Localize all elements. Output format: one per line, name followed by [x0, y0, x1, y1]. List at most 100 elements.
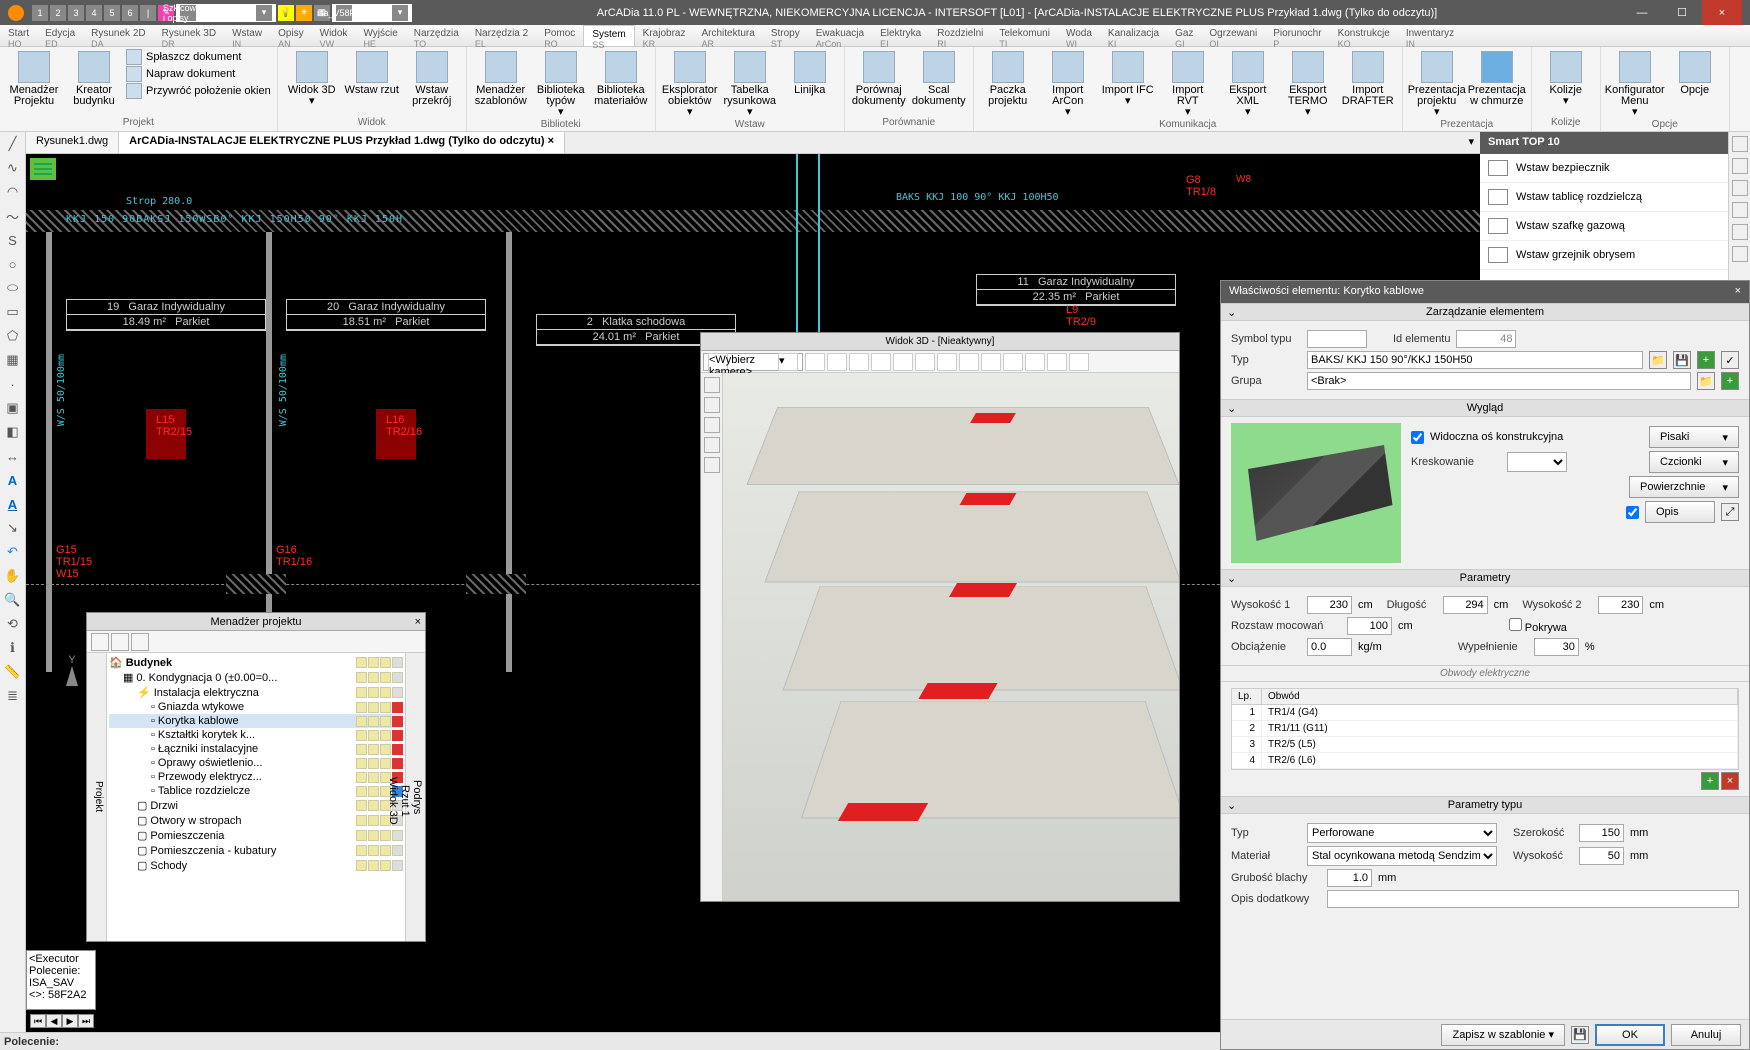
import-drafter-button[interactable]: Import DRAFTER	[1340, 49, 1396, 107]
pd-sec-params[interactable]: ⌄Parametry	[1221, 569, 1749, 587]
prez-cloud-button[interactable]: Prezentacja w chmurze	[1469, 49, 1525, 107]
tree-node[interactable]: ▢Otwory w stropach	[109, 813, 403, 828]
tree-node[interactable]: ▫Kształtki korytek k...	[109, 728, 403, 742]
rt-icon-1[interactable]	[1732, 136, 1748, 152]
qat-open-icon[interactable]: 2	[50, 5, 66, 21]
tree-node[interactable]: ▢Pomieszczenia	[109, 828, 403, 843]
tree-node[interactable]: ▫Łączniki instalacyjne	[109, 742, 403, 756]
ribbon-tab-in[interactable]: InwentaryzIN	[1398, 25, 1462, 46]
type-lib-button[interactable]: Biblioteka typów▾	[533, 49, 589, 118]
v3d-side4-icon[interactable]	[704, 437, 720, 453]
tree-node[interactable]: ▦0. Kondygnacja 0 (±0.00=0...	[109, 670, 403, 685]
qat-workspace-combo[interactable]: Szkicowanie i opisy▾	[176, 4, 276, 22]
tool-poly-icon[interactable]: ⬠	[3, 326, 23, 346]
rt-icon-5[interactable]	[1732, 224, 1748, 240]
opcje-button[interactable]: Opcje	[1667, 49, 1723, 96]
typ-input[interactable]	[1307, 351, 1643, 369]
nav-next-icon[interactable]: ▶	[62, 1014, 78, 1028]
save-template-button[interactable]: Zapisz w szablonie ▾	[1441, 1024, 1565, 1046]
view3d-title[interactable]: Widok 3D - [Nieaktywny]	[701, 333, 1179, 351]
pm-tb2-icon[interactable]	[111, 633, 129, 651]
pm-close-icon[interactable]: ×	[415, 613, 421, 631]
tool-info-icon[interactable]: ℹ	[3, 638, 23, 658]
opis-button[interactable]: Opis	[1645, 501, 1715, 523]
grub-input[interactable]	[1327, 869, 1372, 887]
smart-item-radiator[interactable]: Wstaw grzejnik obrysem	[1480, 241, 1728, 270]
ribbon-tab-ko[interactable]: KonstrukcjeKO	[1330, 25, 1398, 46]
ribbon-tab-wi[interactable]: WodaWI	[1058, 25, 1100, 46]
ribbon-tab-ho[interactable]: StartHO	[0, 25, 37, 46]
tool-spline-icon[interactable]: S	[3, 230, 23, 250]
ribbon-tab-ed[interactable]: EdycjaED	[37, 25, 83, 46]
maximize-button[interactable]: ☐	[1662, 0, 1702, 25]
compare-button[interactable]: Porównaj dokumenty	[851, 49, 907, 107]
tool-circle-icon[interactable]: ○	[3, 254, 23, 274]
tree-node[interactable]: 🏠Budynek	[109, 655, 403, 670]
paczka-button[interactable]: Paczka projektu	[980, 49, 1036, 107]
tree-node[interactable]: ▫Przewody elektrycz...	[109, 770, 403, 784]
ribbon-tab-ri[interactable]: RozdzielniRI	[929, 25, 991, 46]
ribbon-tab-ss[interactable]: SystemSS	[583, 25, 634, 46]
rozstaw-input[interactable]	[1347, 617, 1392, 635]
opis-checkbox[interactable]	[1626, 506, 1639, 519]
ribbon-tab-gi[interactable]: GazGI	[1167, 25, 1201, 46]
pm-tree[interactable]: 🏠Budynek▦0. Kondygnacja 0 (±0.00=0...⚡In…	[107, 653, 405, 941]
pm-tb3-icon[interactable]	[131, 633, 149, 651]
prez-projektu-button[interactable]: Prezentacja projektu▾	[1409, 49, 1465, 118]
v3d-tool12-icon[interactable]	[1047, 353, 1067, 371]
v3d-tool7-icon[interactable]	[937, 353, 957, 371]
ribbon-tab-vw[interactable]: WidokVW	[312, 25, 356, 46]
pd-titlebar[interactable]: Właściwości elementu: Korytko kablowe ×	[1221, 281, 1749, 303]
doc-tab-1[interactable]: Rysunek1.dwg	[26, 132, 119, 153]
h2-input[interactable]	[1598, 596, 1643, 614]
v3d-side3-icon[interactable]	[704, 417, 720, 433]
ribbon-tab-oi[interactable]: OgrzewaniOI	[1201, 25, 1265, 46]
circuit-row[interactable]: 1TR1/4 (G4)	[1232, 705, 1738, 721]
import-arcon-button[interactable]: Import ArCon▾	[1040, 49, 1096, 118]
hatch-combo[interactable]	[1507, 452, 1567, 472]
tool-block-icon[interactable]: ▣	[3, 398, 23, 418]
qat-layer-combo[interactable]: isa_V58F2A2▾	[332, 4, 412, 22]
tab-close-icon[interactable]: ×	[548, 135, 554, 147]
qat-undo-icon[interactable]: 4	[86, 5, 102, 21]
symbol-input[interactable]	[1307, 330, 1367, 348]
tool-ellipse-icon[interactable]: ⬭	[3, 278, 23, 298]
tool-arc-icon[interactable]: ◠	[3, 182, 23, 202]
v3d-tool1-icon[interactable]	[805, 353, 825, 371]
v3d-tool10-icon[interactable]	[1003, 353, 1023, 371]
tool-zoom-icon[interactable]: 🔍	[3, 590, 23, 610]
ribbon-tab-ei[interactable]: ElektrykaEI	[872, 25, 929, 46]
tool-text-icon[interactable]: A	[3, 470, 23, 490]
tool-line-icon[interactable]: ╱	[3, 134, 23, 154]
wstaw-przekroj-button[interactable]: Wstaw przekrój	[404, 49, 460, 107]
konfigurator-button[interactable]: Konfigurator Menu▾	[1607, 49, 1663, 118]
h1-input[interactable]	[1307, 596, 1352, 614]
tool-measure-icon[interactable]: 📏	[3, 662, 23, 682]
rt-icon-4[interactable]	[1732, 202, 1748, 218]
qat-sun-icon[interactable]: ☀	[296, 5, 312, 21]
tool-dim-icon[interactable]: ↔	[3, 446, 23, 466]
pd-close-icon[interactable]: ×	[1735, 285, 1741, 299]
minimize-button[interactable]: —	[1622, 0, 1662, 25]
pokrywa-checkbox[interactable]	[1509, 618, 1522, 631]
wyp-input[interactable]	[1534, 638, 1579, 656]
obc-input[interactable]	[1307, 638, 1352, 656]
circuit-row[interactable]: 2TR1/11 (G11)	[1232, 721, 1738, 737]
ribbon-tab-he[interactable]: WyjścieHE	[355, 25, 405, 46]
tool-pan-icon[interactable]: ✋	[3, 566, 23, 586]
tool-curve-icon[interactable]: ～	[3, 206, 23, 226]
v3d-tool9-icon[interactable]	[981, 353, 1001, 371]
ribbon-tab-da[interactable]: Rysunek 2DDA	[83, 25, 153, 46]
typ-lib-icon[interactable]: 💾	[1673, 351, 1691, 369]
circuits-grid[interactable]: Lp.Obwód 1TR1/4 (G4)2TR1/11 (G11)3TR2/5 …	[1231, 688, 1739, 770]
qat-new-icon[interactable]: 1	[32, 5, 48, 21]
import-ifc-button[interactable]: Import IFC▾	[1100, 49, 1156, 107]
powierzchnie-button[interactable]: Powierzchnie▾	[1629, 476, 1739, 498]
grp-pick-icon[interactable]: 📁	[1697, 372, 1715, 390]
export-termo-button[interactable]: Eksport TERMO▾	[1280, 49, 1336, 118]
smart-item-gas[interactable]: Wstaw szafkę gazową	[1480, 212, 1728, 241]
manager-projektu-button[interactable]: Menadżer Projektu	[6, 49, 62, 107]
tool-mtext-icon[interactable]: A	[3, 494, 23, 514]
tree-node[interactable]: ▫Korytka kablowe	[109, 714, 403, 728]
ribbon-tab-to[interactable]: NarzędziaTO	[406, 25, 467, 46]
